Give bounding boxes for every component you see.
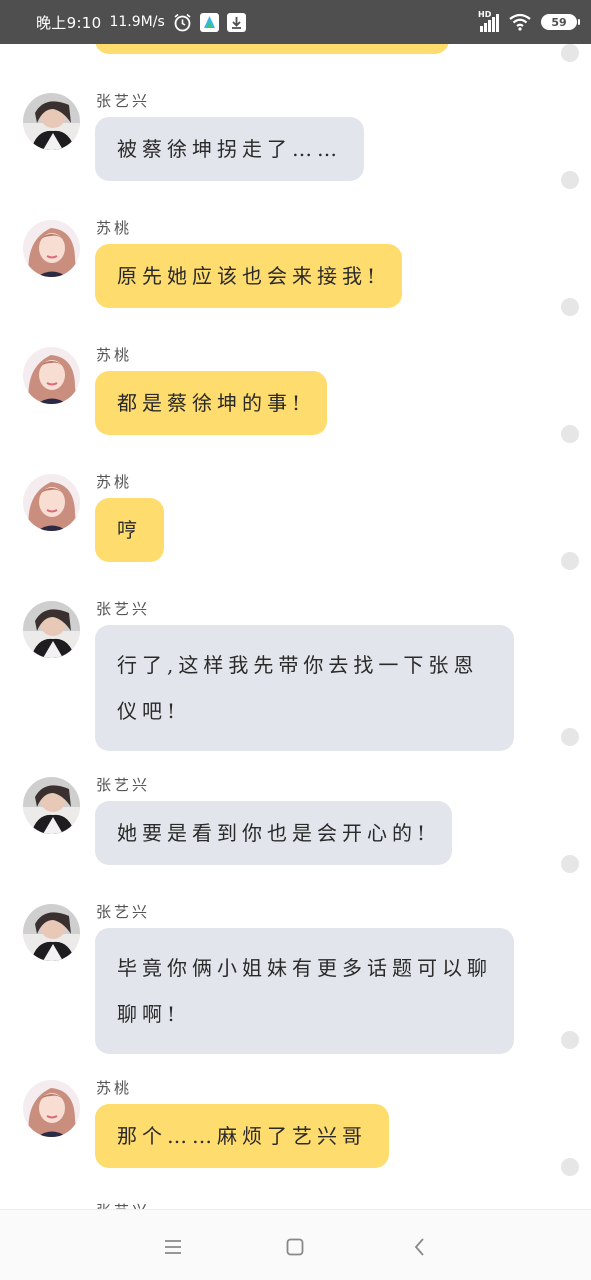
- avatar[interactable]: [23, 904, 80, 961]
- message-bubble[interactable]: 原先她应该也会来接我!: [95, 244, 403, 308]
- message-bubble[interactable]: 被蔡徐坤拐走了……: [95, 117, 364, 181]
- download-icon: [226, 12, 246, 32]
- message-bubble[interactable]: 哼: [95, 498, 164, 562]
- status-right: HD 59: [478, 10, 580, 32]
- avatar[interactable]: [23, 347, 80, 404]
- battery-level: 59: [551, 15, 567, 29]
- avatar[interactable]: [23, 474, 80, 531]
- message-indicator-dot: [561, 44, 579, 62]
- message-bubble[interactable]: 那个……麻烦了艺兴哥: [95, 1104, 389, 1168]
- message-indicator-dot: [561, 425, 579, 443]
- message-indicator-dot: [561, 552, 579, 570]
- network-type-label: HD: [478, 10, 492, 19]
- wifi-icon: [507, 13, 533, 32]
- battery-icon: 59: [541, 14, 580, 30]
- back-icon[interactable]: [405, 1232, 435, 1262]
- avatar[interactable]: [23, 777, 80, 834]
- message-bubble[interactable]: 行了,这样我先带你去找一下张恩仪吧!: [95, 625, 514, 751]
- message-indicator-dot: [561, 1031, 579, 1049]
- message-indicator-dot: [561, 171, 579, 189]
- sender-name: 苏桃: [96, 219, 133, 237]
- sender-name: 张艺兴: [96, 600, 151, 618]
- network-speed: 11.9M/s: [109, 14, 165, 30]
- navigation-bar: [0, 1209, 591, 1280]
- home-icon[interactable]: [280, 1232, 310, 1262]
- alarm-clock-icon: [173, 13, 192, 32]
- message-indicator-dot: [561, 855, 579, 873]
- status-time: 晚上9:10: [36, 13, 102, 32]
- message-indicator-dot: [561, 298, 579, 316]
- signal-icon: HD: [478, 10, 499, 32]
- sender-name: 张艺兴: [96, 903, 151, 921]
- avatar[interactable]: [23, 93, 80, 150]
- partial-message-bubble[interactable]: [95, 44, 449, 54]
- message-indicator-dot: [561, 1158, 579, 1176]
- sender-name: 苏桃: [96, 473, 133, 491]
- avatar[interactable]: [23, 220, 80, 277]
- chat-area[interactable]: 张艺兴 被蔡徐坤拐走了…… 苏桃 原先她应该也会来接我! 苏桃 都是蔡徐坤的事!…: [0, 44, 591, 1209]
- sender-name: 苏桃: [96, 346, 133, 364]
- status-bar: 晚上9:10 11.9M/s HD 59: [0, 0, 591, 44]
- avatar[interactable]: [23, 1080, 80, 1137]
- avatar[interactable]: [23, 601, 80, 658]
- status-left: 晚上9:10 11.9M/s: [36, 12, 246, 33]
- sender-name: 苏桃: [96, 1079, 133, 1097]
- sender-name: 张艺兴: [96, 1200, 150, 1209]
- message-bubble[interactable]: 她要是看到你也是会开心的!: [95, 801, 453, 865]
- message-indicator-dot: [561, 728, 579, 746]
- sender-name: 张艺兴: [96, 92, 151, 110]
- app-icon: [199, 12, 219, 32]
- sender-name: 张艺兴: [96, 776, 151, 794]
- menu-icon[interactable]: [158, 1232, 188, 1262]
- message-bubble[interactable]: 都是蔡徐坤的事!: [95, 371, 328, 435]
- message-bubble[interactable]: 毕竟你俩小姐妹有更多话题可以聊聊啊!: [95, 928, 514, 1054]
